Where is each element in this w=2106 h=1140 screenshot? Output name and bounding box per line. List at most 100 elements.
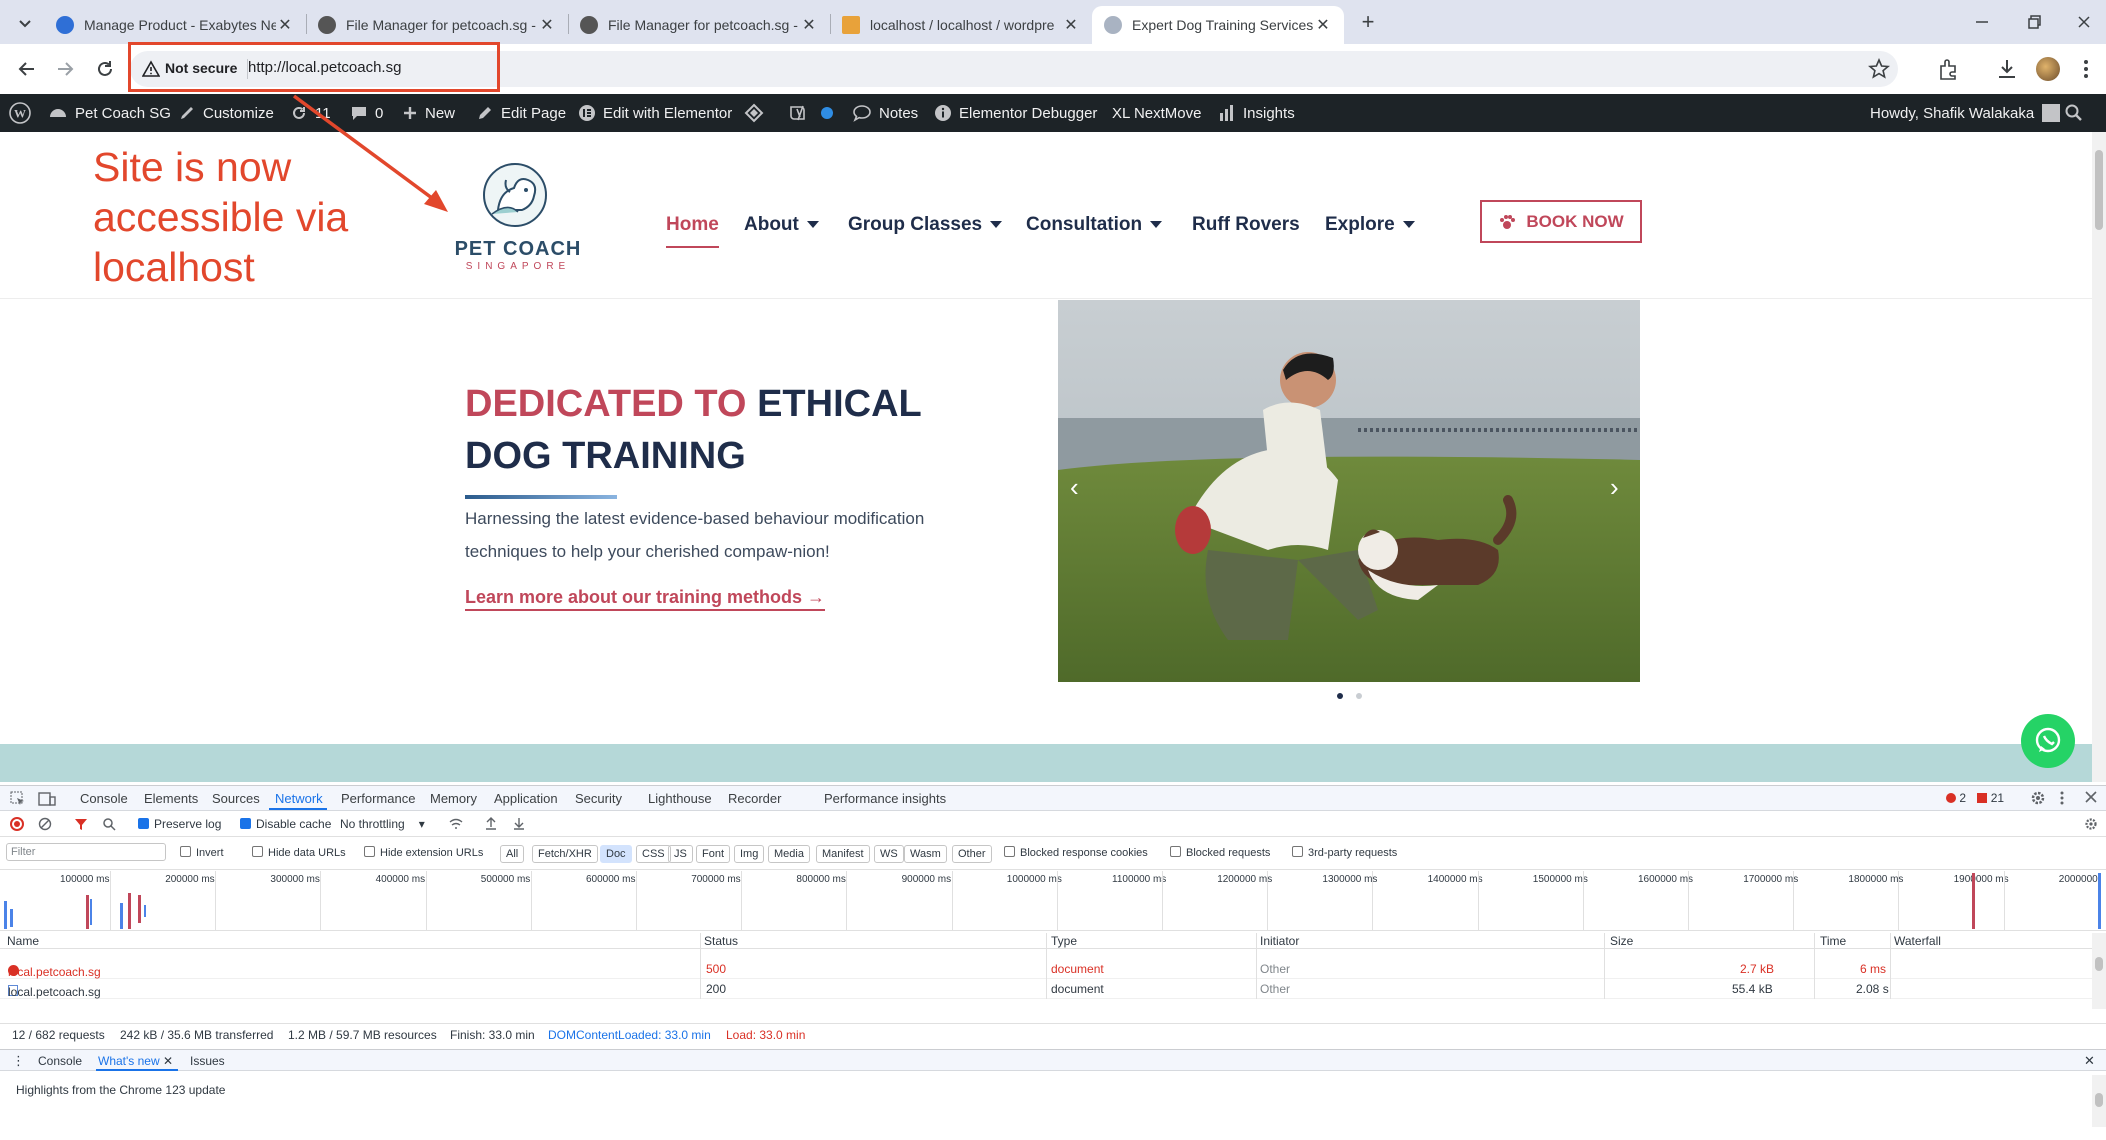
filter-chip-doc[interactable]: Doc <box>600 845 632 863</box>
network-settings-icon[interactable] <box>2084 817 2098 831</box>
import-har-icon[interactable] <box>484 816 498 830</box>
wp-notes[interactable]: Notes <box>852 94 918 132</box>
wp-customize[interactable]: Customize <box>178 94 274 132</box>
wp-search-icon[interactable] <box>2064 94 2084 132</box>
tab-expert-dog-training[interactable]: Expert Dog Training Services @ ✕ <box>1092 6 1344 44</box>
restore-icon[interactable] <box>2022 10 2046 34</box>
clear-icon[interactable] <box>38 817 52 831</box>
wp-edit-elementor[interactable]: Edit with Elementor <box>578 94 732 132</box>
back-icon[interactable] <box>14 56 40 82</box>
export-har-icon[interactable] <box>512 816 526 830</box>
close-tab-icon[interactable]: ✕ <box>1062 15 1080 35</box>
devtools-tab-console[interactable]: Console <box>80 791 128 806</box>
search-icon[interactable] <box>102 817 116 831</box>
chrome-menu-icon[interactable] <box>2076 56 2096 82</box>
forward-icon[interactable] <box>52 56 78 82</box>
tab-manage-product[interactable]: Manage Product - Exabytes Net ✕ <box>44 6 306 44</box>
scrollbar-thumb[interactable] <box>2095 1093 2103 1107</box>
yoast-icon[interactable] <box>788 94 808 132</box>
filter-chip-font[interactable]: Font <box>696 845 731 863</box>
wp-insights[interactable]: Insights <box>1218 94 1295 132</box>
wp-elementor-debugger[interactable]: Elementor Debugger <box>934 94 1097 132</box>
tab-file-manager-2[interactable]: File Manager for petcoach.sg - ✕ <box>568 6 830 44</box>
devtools-tab-performance-insights[interactable]: Performance insights <box>824 791 946 806</box>
close-tab-icon[interactable]: ✕ <box>538 15 556 35</box>
drawer-tab-console[interactable]: Console <box>38 1054 82 1068</box>
close-tab-icon[interactable]: ✕ <box>1314 15 1332 35</box>
filter-input[interactable]: Filter <box>6 843 166 861</box>
drawer-tab-issues[interactable]: Issues <box>190 1054 225 1068</box>
close-drawer-tab-icon[interactable]: ✕ <box>163 1054 173 1068</box>
nav-item-about[interactable]: About <box>744 214 819 236</box>
training-methods-link[interactable]: Learn more about our training methods → <box>465 587 826 611</box>
filter-chip-ws[interactable]: WS <box>874 845 904 863</box>
scrollbar-thumb[interactable] <box>2095 957 2103 971</box>
nav-item-ruff-rovers[interactable]: Ruff Rovers <box>1192 214 1300 236</box>
devtools-tab-lighthouse[interactable]: Lighthouse <box>648 791 712 806</box>
nav-item-explore[interactable]: Explore <box>1325 214 1415 236</box>
close-tab-icon[interactable]: ✕ <box>800 15 818 35</box>
network-conditions-icon[interactable] <box>448 817 464 831</box>
book-now-button[interactable]: BOOK NOW <box>1480 200 1642 243</box>
disable-cache-checkbox[interactable]: Disable cache <box>240 817 331 831</box>
wp-site-name[interactable]: Pet Coach SG <box>48 94 171 132</box>
blocked-cookies-checkbox[interactable]: Blocked response cookies <box>1004 846 1148 859</box>
column-status[interactable]: Status <box>704 934 738 948</box>
column-type[interactable]: Type <box>1051 934 1077 948</box>
devtools-tab-network[interactable]: Network <box>275 791 323 806</box>
tab-phpmyadmin[interactable]: localhost / localhost / wordpre ✕ <box>830 6 1092 44</box>
filter-chip-other[interactable]: Other <box>952 845 992 863</box>
nav-item-group-classes[interactable]: Group Classes <box>848 214 1003 236</box>
device-toolbar-icon[interactable] <box>38 791 56 807</box>
slider-dot[interactable] <box>1356 693 1362 699</box>
error-counter[interactable]: 2 21 <box>1946 791 2004 805</box>
devtools-tab-application[interactable]: Application <box>494 791 558 806</box>
inspect-element-icon[interactable] <box>10 791 26 807</box>
whatsapp-icon[interactable] <box>2021 714 2075 768</box>
new-tab-button[interactable]: + <box>1354 8 1382 36</box>
pet-coach-logo[interactable]: PET COACH SINGAPORE <box>448 162 588 274</box>
extensions-icon[interactable] <box>1936 56 1962 82</box>
close-window-icon[interactable] <box>2072 10 2096 34</box>
profile-avatar[interactable] <box>2036 57 2060 81</box>
filter-chip-css[interactable]: CSS <box>636 845 671 863</box>
devtools-tab-performance[interactable]: Performance <box>341 791 415 806</box>
close-tab-icon[interactable]: ✕ <box>276 15 294 35</box>
bookmark-star-icon[interactable] <box>1868 58 1890 80</box>
preserve-log-checkbox[interactable]: Preserve log <box>138 817 221 831</box>
drawer-tab-whats-new[interactable]: What's new ✕ <box>98 1054 173 1068</box>
close-devtools-icon[interactable] <box>2084 790 2098 804</box>
column-time[interactable]: Time <box>1820 934 1846 948</box>
throttling-select[interactable]: No throttling ▾ <box>340 817 425 831</box>
tab-search-icon[interactable] <box>14 12 36 34</box>
column-name[interactable]: Name <box>7 934 39 948</box>
record-icon[interactable] <box>10 817 24 831</box>
download-icon[interactable] <box>1994 56 2020 82</box>
devtools-tab-security[interactable]: Security <box>575 791 622 806</box>
settings-gear-icon[interactable] <box>2030 790 2046 806</box>
hide-data-urls-checkbox[interactable]: Hide data URLs <box>252 846 346 859</box>
blocked-requests-checkbox[interactable]: Blocked requests <box>1170 846 1270 859</box>
column-size[interactable]: Size <box>1610 934 1633 948</box>
wp-nextmove[interactable]: XL NextMove <box>1112 94 1201 132</box>
close-drawer-icon[interactable]: ✕ <box>2084 1053 2095 1069</box>
column-waterfall[interactable]: Waterfall <box>1894 934 1941 948</box>
devtools-tab-recorder[interactable]: Recorder <box>728 791 781 806</box>
filter-chip-manifest[interactable]: Manifest <box>816 845 870 863</box>
devtools-tab-memory[interactable]: Memory <box>430 791 477 806</box>
filter-chip-all[interactable]: All <box>500 845 525 863</box>
filter-chip-fetch-xhr[interactable]: Fetch/XHR <box>532 845 598 863</box>
reload-icon[interactable] <box>92 56 118 82</box>
third-party-checkbox[interactable]: 3rd-party requests <box>1292 846 1397 859</box>
filter-chip-js[interactable]: JS <box>668 845 693 863</box>
scrollbar-thumb[interactable] <box>2095 150 2103 230</box>
devtools-menu-icon[interactable] <box>2058 790 2066 806</box>
filter-chip-media[interactable]: Media <box>768 845 810 863</box>
slider-prev-icon[interactable]: ‹ <box>1070 472 1079 503</box>
page-scrollbar[interactable] <box>2092 132 2106 782</box>
diamond-icon[interactable] <box>744 94 764 132</box>
filter-chip-wasm[interactable]: Wasm <box>904 845 947 863</box>
wordpress-logo-icon[interactable]: W <box>8 94 32 132</box>
devtools-tab-elements[interactable]: Elements <box>144 791 198 806</box>
invert-checkbox[interactable]: Invert <box>180 846 224 859</box>
